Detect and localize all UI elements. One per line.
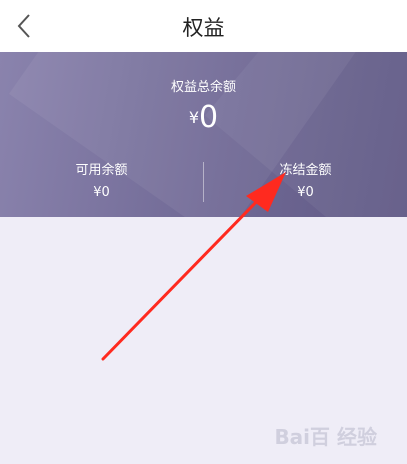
frozen-amount-value: ¥0 (297, 185, 314, 200)
top-nav-bar: 权益 (0, 0, 407, 52)
available-balance-column[interactable]: 可用余额 ¥0 (0, 162, 203, 202)
available-balance-label: 可用余额 (75, 163, 128, 178)
total-balance-label: 权益总余额 (170, 80, 236, 95)
frozen-amount-column[interactable]: 冻结金额 ¥0 (204, 162, 407, 202)
total-balance-amount: ¥0 (0, 100, 407, 140)
page-title: 权益 (182, 16, 225, 40)
currency-symbol: ¥ (188, 108, 200, 127)
available-balance-value: ¥0 (93, 185, 110, 200)
total-balance-value: 0 (199, 100, 219, 135)
watermark: Bai百 经验 (274, 425, 377, 449)
frozen-amount-label: 冻结金额 (279, 163, 332, 178)
balance-card: 权益总余额 ¥0 可用余额 ¥0 冻结金额 ¥0 (0, 52, 407, 217)
